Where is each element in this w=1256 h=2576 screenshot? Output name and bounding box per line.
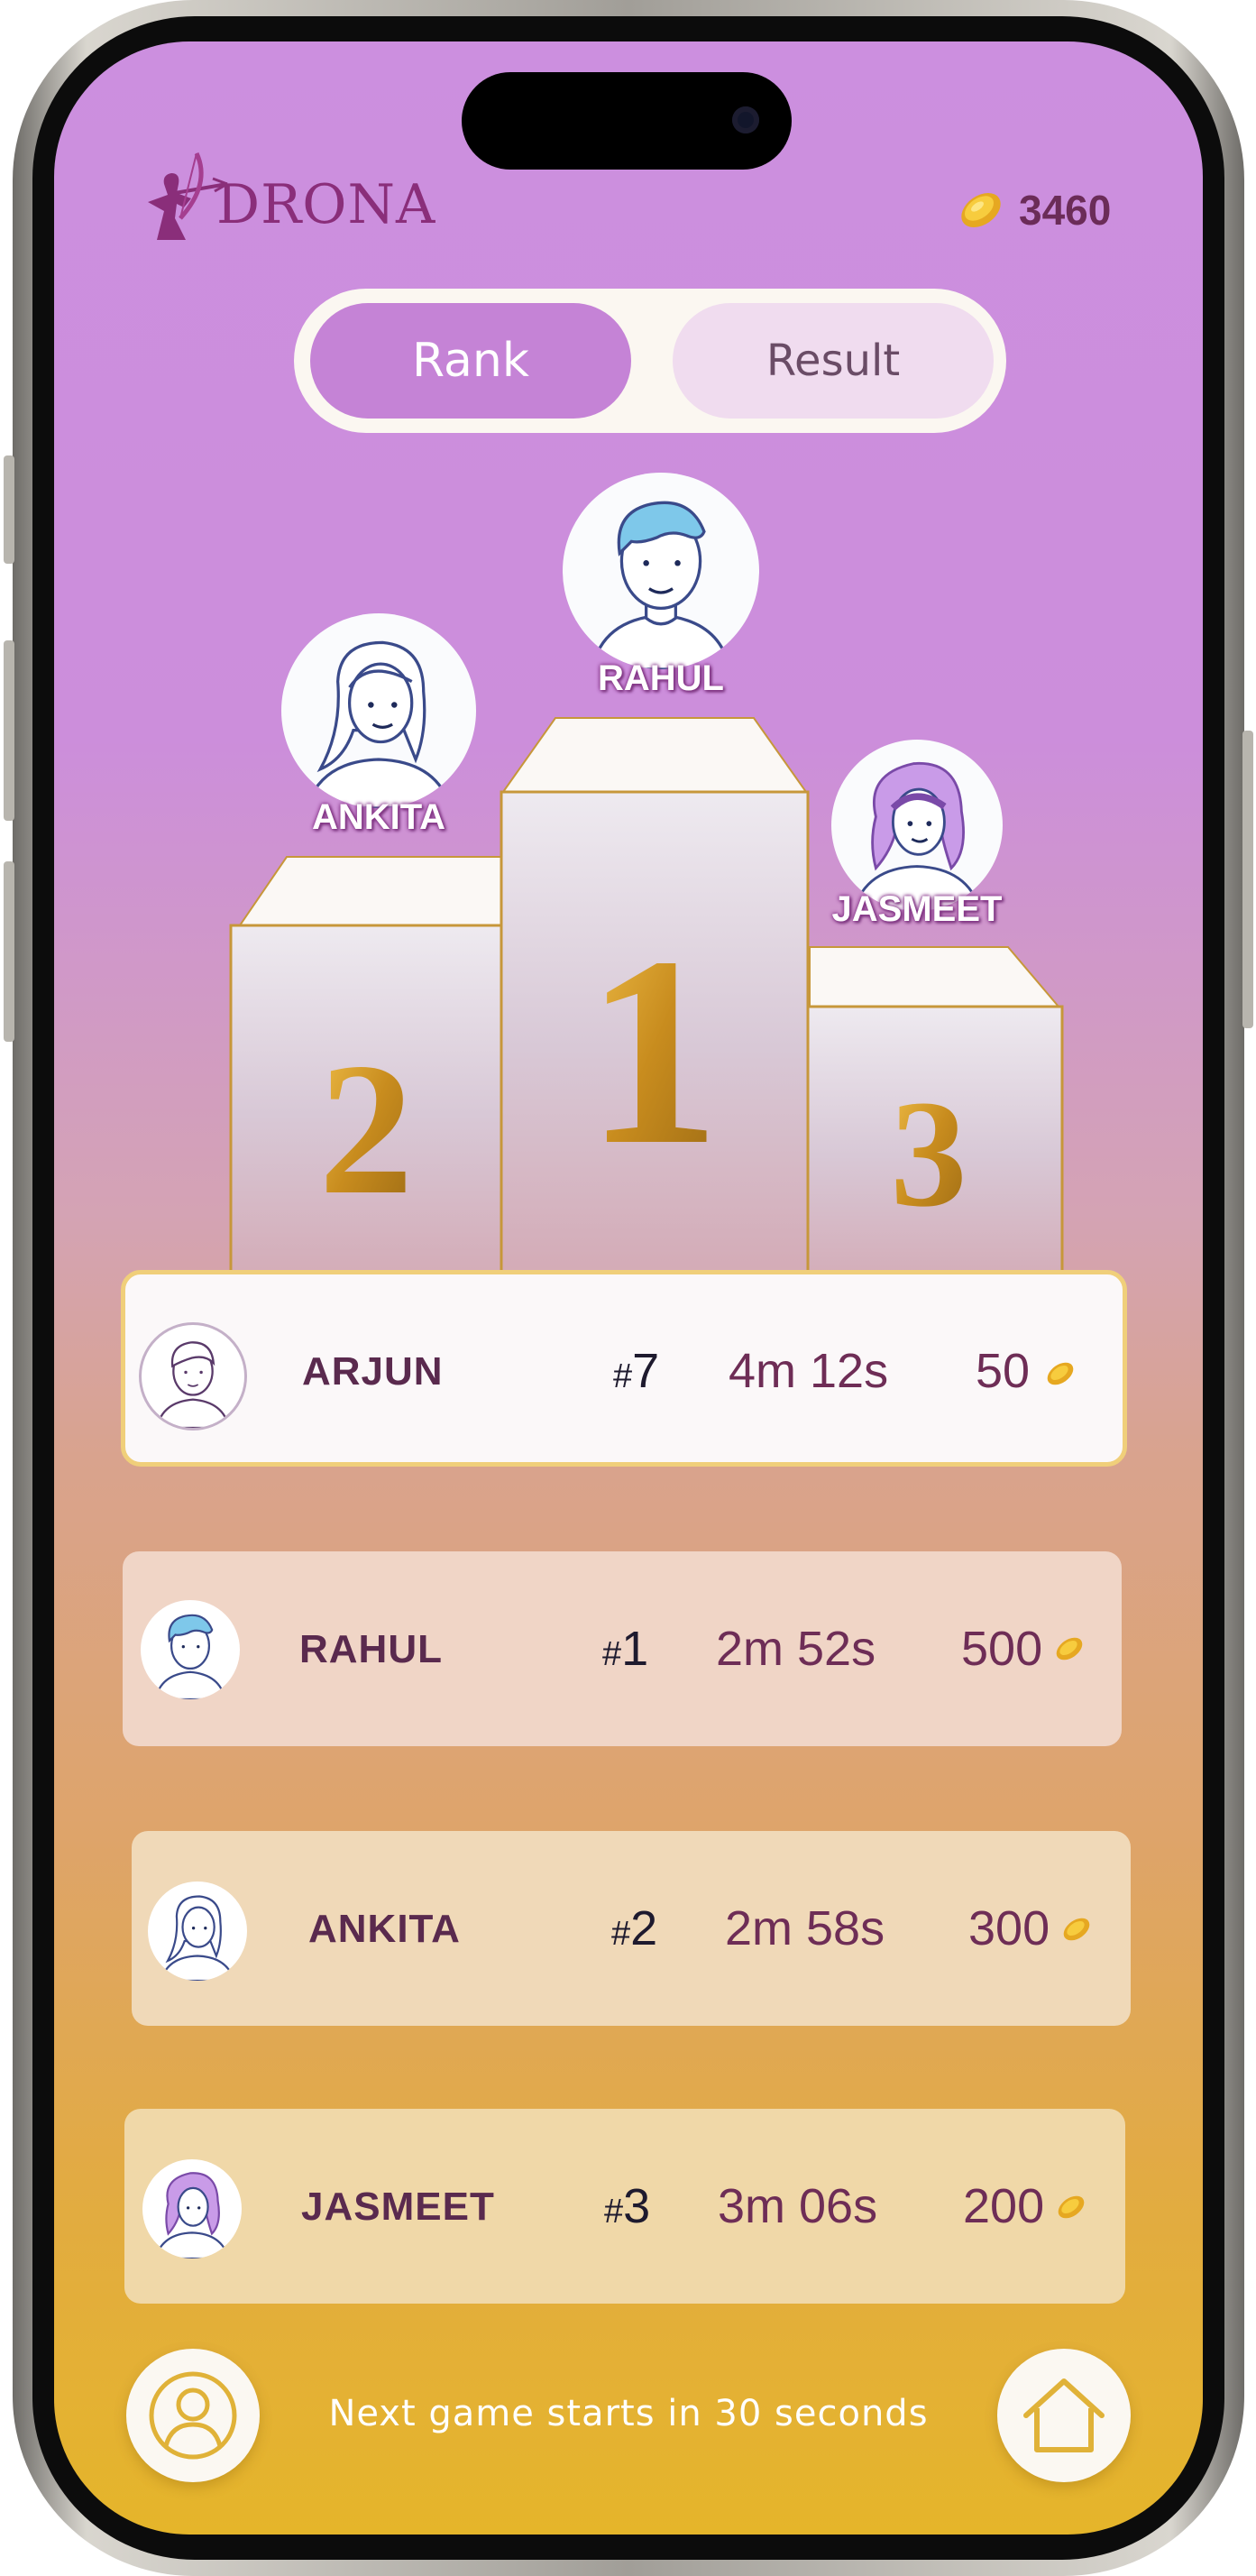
- leaderboard-name: ARJUN: [302, 1349, 444, 1394]
- avatar-ankita: [148, 1881, 247, 1981]
- leaderboard-coins: 50: [976, 1344, 1031, 1398]
- podium-third-number: 3: [891, 1069, 967, 1238]
- leaderboard-coins: 300: [968, 1901, 1050, 1955]
- gold-coin-icon: [1058, 2195, 1085, 2219]
- female-avatar-icon: [305, 640, 453, 808]
- leaderboard-name: RAHUL: [299, 1627, 443, 1671]
- gold-coin-icon: [1063, 1918, 1090, 1941]
- podium-first-top: [501, 717, 808, 793]
- gold-coin-icon: [1056, 1637, 1083, 1661]
- avatar-jasmeet-podium: [831, 740, 1003, 911]
- avatar-arjun: [139, 1322, 247, 1431]
- leaderboard-rank: #3: [604, 2178, 650, 2234]
- rank-value: 7: [632, 1344, 660, 1398]
- rank-prefix: #: [613, 1357, 633, 1395]
- rank-value: 2: [630, 1901, 658, 1955]
- podium-third-name: JASMEET: [831, 889, 1003, 929]
- leaderboard-time: 2m 52s: [716, 1622, 876, 1676]
- podium-first-name: RAHUL: [598, 658, 724, 698]
- podium-second-name: ANKITA: [311, 797, 446, 837]
- male-avatar-icon: [591, 501, 731, 669]
- podium-second-top: [238, 856, 533, 926]
- leaderboard-coins: 500: [961, 1622, 1043, 1676]
- home-icon: [1023, 2378, 1105, 2452]
- phone-volume-up-button: [4, 640, 14, 821]
- leaderboard-time: 4m 12s: [729, 1344, 889, 1398]
- phone-volume-down-button: [4, 861, 14, 1042]
- rank-value: 1: [621, 1622, 649, 1676]
- rank-prefix: #: [602, 1635, 622, 1673]
- podium-first-number: 1: [585, 901, 720, 1201]
- female-avatar-icon: [852, 762, 982, 911]
- app-screen: DRONA 3460 Rank Result 1 2 3 RAHUL ANKIT…: [54, 41, 1203, 2535]
- leaderboard-name: ANKITA: [308, 1907, 461, 1951]
- phone-action-button: [4, 455, 14, 564]
- leaderboard-time: 2m 58s: [725, 1901, 885, 1955]
- phone-power-button: [1242, 731, 1253, 1028]
- female-avatar-icon: [154, 2172, 230, 2259]
- gold-coin-icon: [1047, 1362, 1074, 1385]
- leaderboard-coins: 200: [963, 2179, 1045, 2233]
- leaderboard-rank: #7: [613, 1343, 659, 1399]
- avatar-rahul: [141, 1600, 240, 1699]
- female-avatar-icon: [160, 1895, 235, 1981]
- avatar-ankita-podium: [281, 613, 476, 808]
- avatar-rahul-podium: [563, 473, 759, 669]
- male-avatar-icon: [154, 1614, 226, 1699]
- leaderboard-rank: #1: [602, 1621, 648, 1677]
- podium-third-top: [809, 946, 1061, 1007]
- rank-prefix: #: [611, 1915, 631, 1953]
- leaderboard-time: 3m 06s: [718, 2179, 878, 2233]
- avatar-jasmeet: [142, 2159, 242, 2259]
- leaderboard-rank: #2: [611, 1900, 657, 1956]
- leaderboard-name: JASMEET: [301, 2185, 495, 2229]
- rank-value: 3: [623, 2179, 651, 2233]
- rank-prefix: #: [604, 2193, 624, 2231]
- male-avatar-icon: [155, 1341, 231, 1428]
- home-button[interactable]: [997, 2349, 1131, 2482]
- podium-second-number: 2: [319, 1025, 414, 1234]
